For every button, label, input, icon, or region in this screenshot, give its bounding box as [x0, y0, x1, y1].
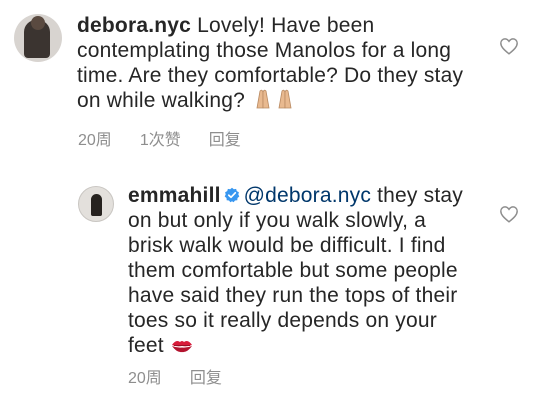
mention-link[interactable]: @debora.nyc [244, 184, 371, 207]
like-count-button[interactable]: 1次赞 [140, 126, 181, 150]
heart-outline-icon[interactable] [499, 205, 519, 223]
verified-badge-icon [224, 187, 239, 203]
kiss-mark-icon [170, 336, 194, 361]
comment-body: debora.nyc Lovely! Have been contemplati… [77, 13, 477, 116]
comment-username[interactable]: debora.nyc [77, 14, 191, 37]
reply-button[interactable]: 回复 [209, 126, 241, 150]
reply-button[interactable]: 回复 [190, 364, 222, 388]
reply-body: emmahill @debora.nyc they stay on but on… [128, 183, 464, 361]
reply-emmahill: emmahill @debora.nyc they stay on but on… [78, 183, 464, 361]
reply-username[interactable]: emmahill [128, 184, 221, 207]
comment-meta: 20周 1次赞 回复 [78, 126, 269, 150]
reply-text: they stay on but only if you walk slowly… [128, 184, 463, 357]
reply-time: 20周 [128, 370, 162, 387]
avatar[interactable] [14, 14, 62, 62]
comment-debora: debora.nyc Lovely! Have been contemplati… [14, 14, 477, 116]
folded-hands-icon [251, 88, 297, 116]
reply-meta: 20周 回复 [128, 364, 250, 388]
comment-time: 20周 [78, 132, 112, 149]
heart-outline-icon[interactable] [499, 37, 519, 55]
avatar[interactable] [78, 186, 114, 222]
